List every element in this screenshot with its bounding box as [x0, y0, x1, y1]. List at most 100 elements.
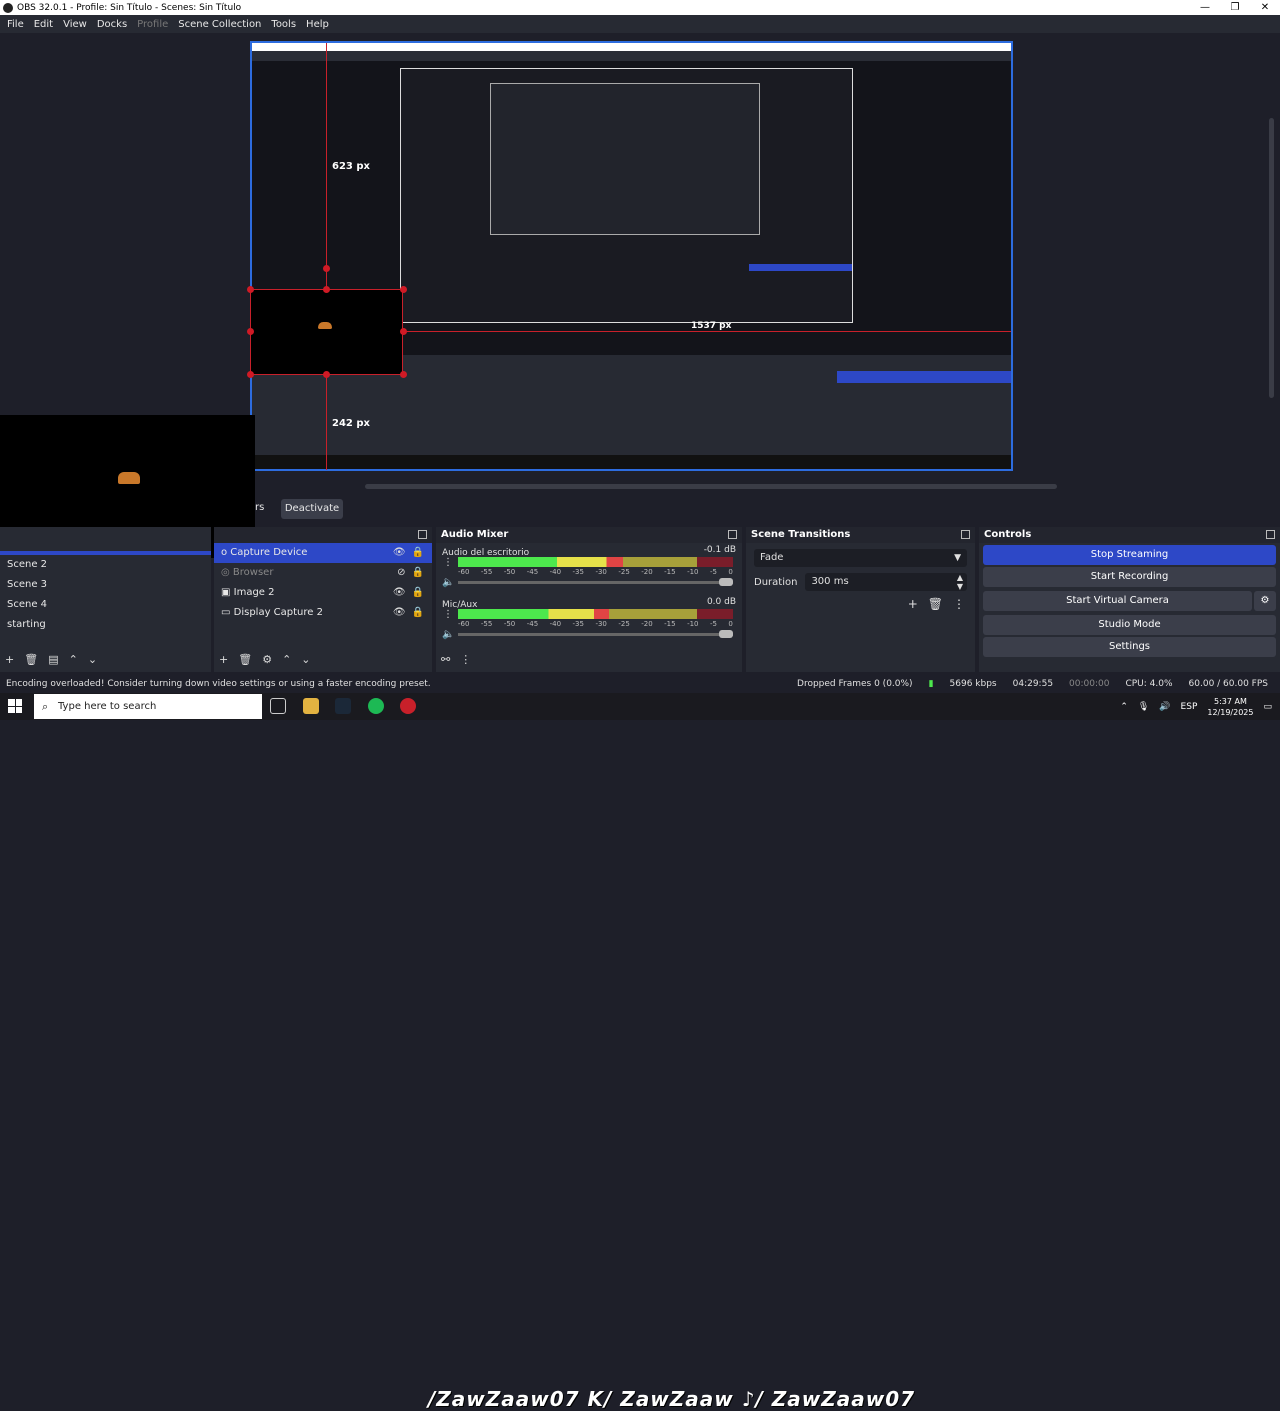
start-recording-button[interactable]: Start Recording: [983, 567, 1276, 587]
obs-taskbar-icon[interactable]: [400, 698, 416, 714]
trash-icon[interactable]: 🗑: [928, 597, 943, 611]
eye-icon[interactable]: 👁: [393, 583, 406, 603]
resize-handle[interactable]: [323, 265, 330, 272]
task-view-icon[interactable]: [270, 698, 286, 714]
chevron-down-icon[interactable]: ⌄: [301, 653, 310, 666]
speaker-icon[interactable]: 🔊: [1159, 702, 1170, 712]
eye-icon[interactable]: 👁: [393, 543, 406, 563]
lock-icon[interactable]: 🔒: [412, 543, 424, 563]
menu-tools[interactable]: Tools: [266, 19, 301, 30]
resize-handle[interactable]: [323, 286, 330, 293]
vertical-scrollbar[interactable]: [1269, 118, 1274, 398]
chevron-up-icon[interactable]: ⌃: [1120, 702, 1128, 712]
resize-handle[interactable]: [400, 286, 407, 293]
image-icon: ▣: [221, 587, 234, 598]
scene-item[interactable]: starting: [0, 615, 211, 635]
scene-item[interactable]: Scene 2: [0, 555, 211, 575]
spinner-icon[interactable]: ▲ ▼: [957, 573, 963, 591]
stop-streaming-button[interactable]: Stop Streaming: [983, 545, 1276, 565]
menu-scene-collection[interactable]: Scene Collection: [173, 19, 266, 30]
resize-handle[interactable]: [247, 371, 254, 378]
kebab-icon[interactable]: ⋮: [953, 597, 965, 611]
source-item[interactable]: ◎ Browser ⊘ 🔒: [214, 563, 432, 583]
gear-icon[interactable]: ⚙: [1254, 591, 1276, 611]
scene-item[interactable]: Scene 3: [0, 575, 211, 595]
minimize-button[interactable]: —: [1190, 0, 1220, 15]
lang-indicator[interactable]: ESP: [1181, 702, 1198, 712]
eye-hidden-icon[interactable]: ⊘: [397, 563, 405, 583]
spotify-icon[interactable]: [368, 698, 384, 714]
filter-icon[interactable]: ▤: [48, 653, 58, 666]
menu-view[interactable]: View: [58, 19, 92, 30]
trash-icon[interactable]: 🗑: [238, 653, 252, 666]
resize-handle[interactable]: [247, 328, 254, 335]
obs-app-icon: [3, 2, 13, 13]
volume-slider[interactable]: [458, 630, 733, 638]
lock-icon[interactable]: 🔒: [412, 563, 424, 583]
notification-icon[interactable]: ▭: [1263, 702, 1272, 712]
kebab-icon[interactable]: ⋮: [460, 653, 471, 666]
scene-item[interactable]: Scene 4: [0, 595, 211, 615]
chevron-up-icon[interactable]: ⌃: [282, 653, 291, 666]
horizontal-scrollbar[interactable]: [365, 484, 1057, 489]
channel-menu-icon[interactable]: ⋮: [443, 609, 453, 620]
meter-tick: -40: [549, 568, 562, 576]
channel-menu-icon[interactable]: ⋮: [443, 557, 453, 568]
trash-icon[interactable]: 🗑: [24, 653, 38, 666]
speaker-icon[interactable]: 🔈: [442, 629, 454, 640]
add-icon[interactable]: +: [908, 597, 918, 611]
dock-float-icon[interactable]: [961, 530, 970, 539]
menu-edit[interactable]: Edit: [29, 19, 58, 30]
link-icon[interactable]: ⚯: [441, 653, 450, 666]
settings-button[interactable]: Settings: [983, 637, 1276, 657]
resize-handle[interactable]: [323, 371, 330, 378]
transitions-header: Scene Transitions: [746, 527, 975, 543]
audio-mixer-header: Audio Mixer: [436, 527, 742, 543]
duration-label: Duration: [754, 576, 798, 588]
menu-help[interactable]: Help: [301, 19, 334, 30]
windows-start-icon[interactable]: [8, 699, 22, 713]
source-item[interactable]: ▭ Display Capture 2 👁 🔒: [214, 603, 432, 623]
lock-icon[interactable]: 🔒: [412, 583, 424, 603]
menu-docks[interactable]: Docks: [92, 19, 132, 30]
meter-tick: -30: [595, 568, 607, 576]
stream-time: 04:29:55: [1012, 679, 1054, 689]
transition-select[interactable]: Fade ▼: [754, 549, 967, 567]
resize-handle[interactable]: [400, 328, 407, 335]
steam-icon[interactable]: [335, 698, 351, 714]
speaker-icon[interactable]: 🔈: [442, 577, 454, 588]
meter-fill: [458, 609, 610, 619]
file-explorer-icon[interactable]: [303, 698, 319, 714]
display-capture-preview[interactable]: [250, 41, 1013, 471]
lock-icon[interactable]: 🔒: [412, 603, 424, 623]
resize-handle[interactable]: [247, 286, 254, 293]
start-virtual-camera-button[interactable]: Start Virtual Camera: [983, 591, 1252, 611]
duration-input[interactable]: 300 ms ▲ ▼: [805, 573, 967, 591]
filters-button-label[interactable]: rs: [255, 502, 264, 513]
add-icon[interactable]: +: [5, 653, 14, 666]
gear-icon[interactable]: ⚙: [262, 653, 272, 666]
eye-icon[interactable]: 👁: [393, 603, 406, 623]
deactivate-button[interactable]: Deactivate: [281, 499, 343, 519]
slider-knob[interactable]: [719, 578, 733, 586]
selected-source-box[interactable]: [250, 289, 403, 375]
close-button[interactable]: ✕: [1250, 0, 1280, 15]
dock-float-icon[interactable]: [1266, 530, 1275, 539]
chevron-up-icon[interactable]: ⌃: [69, 653, 78, 666]
dock-float-icon[interactable]: [418, 530, 427, 539]
mic-icon[interactable]: 🎙: [1138, 702, 1149, 712]
add-icon[interactable]: +: [219, 653, 228, 666]
maximize-button[interactable]: ❐: [1220, 0, 1250, 15]
slider-knob[interactable]: [719, 630, 733, 638]
monitor-icon: ▭: [221, 607, 234, 618]
taskbar-search[interactable]: ⌕ Type here to search: [34, 694, 262, 719]
volume-slider[interactable]: [458, 578, 733, 586]
menu-file[interactable]: File: [2, 19, 29, 30]
studio-mode-button[interactable]: Studio Mode: [983, 615, 1276, 635]
source-item[interactable]: o Capture Device 👁 🔒: [214, 543, 432, 563]
resize-handle[interactable]: [400, 371, 407, 378]
source-item[interactable]: ▣ Image 2 👁 🔒: [214, 583, 432, 603]
taskbar-clock[interactable]: 5:37 AM 12/19/2025: [1207, 696, 1253, 718]
chevron-down-icon[interactable]: ⌄: [88, 653, 97, 666]
dock-float-icon[interactable]: [728, 530, 737, 539]
